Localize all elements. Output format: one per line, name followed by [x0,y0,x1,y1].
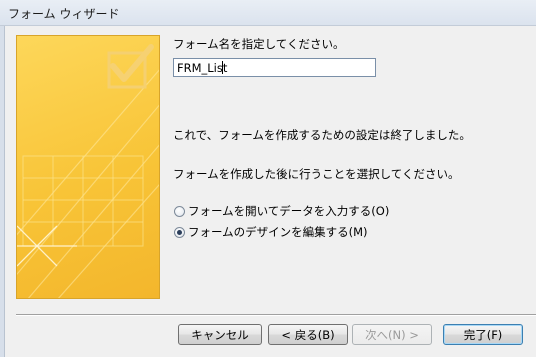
option-modify-form-design[interactable]: フォームのデザインを編集する(M) [174,224,368,240]
title-bar[interactable]: フォーム ウィザード [0,0,536,26]
option-label: フォームのデザインを編集する(M) [188,225,368,239]
checkmark-form-illustration-icon [17,44,159,298]
text-caret [222,61,223,74]
form-name-prompt: フォーム名を指定してください。 [173,37,345,51]
button-area-separator [16,314,536,316]
back-button[interactable]: < 戻る(B) [268,324,348,345]
radio-button-checked[interactable] [174,226,185,238]
window-left-border [0,26,5,357]
cancel-button[interactable]: キャンセル [178,324,262,345]
form-wizard-dialog: フォーム ウィザード フォーム名を指定してください。 FRM_List これで、… [0,0,536,357]
option-label: フォームを開いてデータを入力する(O) [188,204,390,218]
next-action-instruction: フォームを作成した後に行うことを選択してください。 [173,167,460,181]
radio-button[interactable] [174,205,185,217]
finish-button[interactable]: 完了(F) [443,324,523,345]
next-button[interactable]: 次へ(N) > [352,324,432,345]
option-open-form-enter-data[interactable]: フォームを開いてデータを入力する(O) [174,203,389,219]
wizard-illustration [16,35,160,299]
window-title: フォーム ウィザード [8,7,120,21]
completion-message: これで、フォームを作成するための設定は終了しました。 [173,128,471,142]
form-name-input[interactable] [173,58,376,77]
